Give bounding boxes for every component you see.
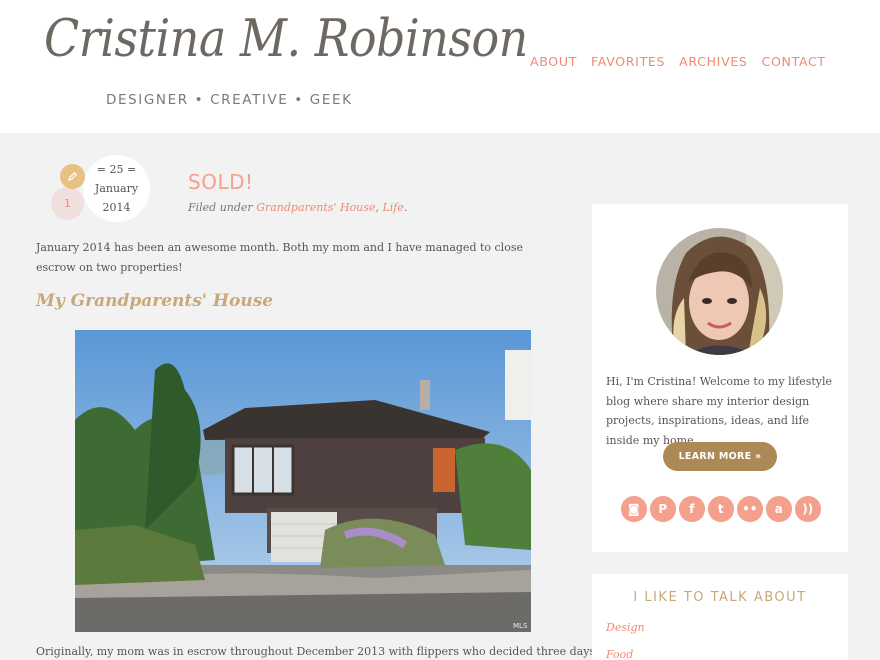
post-subheading: My Grandparents' House: [36, 291, 274, 311]
nav-contact[interactable]: CONTACT: [762, 54, 826, 69]
about-widget: Hi, I'm Cristina! Welcome to my lifestyl…: [592, 204, 848, 552]
post-categories: Filed under Grandparents' House, Life.: [188, 201, 408, 214]
pinterest-icon[interactable]: P: [650, 496, 676, 522]
nav-about[interactable]: ABOUT: [530, 54, 577, 69]
category-link-life[interactable]: Life: [382, 201, 403, 214]
filed-under-label: Filed under: [188, 201, 253, 214]
instagram-icon[interactable]: ◙: [621, 496, 647, 522]
facebook-icon[interactable]: f: [679, 496, 705, 522]
photo-watermark: MLS: [513, 622, 528, 630]
topic-link-food[interactable]: Food: [606, 648, 633, 660]
category-link-grandparents-house[interactable]: Grandparents' House: [256, 201, 375, 214]
site-logo[interactable]: Cristina M. Robinson: [44, 8, 528, 68]
amazon-icon[interactable]: a: [766, 496, 792, 522]
pencil-icon[interactable]: [60, 164, 85, 189]
site-header: Cristina M. Robinson DESIGNER • CREATIVE…: [0, 0, 880, 133]
post-date-year: 2014: [102, 201, 131, 214]
site-tagline: DESIGNER • CREATIVE • GEEK: [106, 92, 353, 108]
flickr-icon[interactable]: ••: [737, 496, 763, 522]
nav-archives[interactable]: ARCHIVES: [679, 54, 747, 69]
post-date-day: = 25 =: [96, 163, 137, 176]
nav-favorites[interactable]: FAVORITES: [591, 54, 665, 69]
topic-link-design[interactable]: Design: [606, 621, 645, 634]
author-avatar: [656, 228, 783, 355]
twitter-icon[interactable]: t: [708, 496, 734, 522]
post-continued: Originally, my mom was in escrow through…: [36, 645, 635, 658]
post-title[interactable]: SOLD!: [188, 170, 254, 194]
post-date-month: January: [94, 182, 139, 195]
comment-count-badge[interactable]: 1: [51, 187, 84, 220]
topics-widget: I LIKE TO TALK ABOUT Design Food: [592, 574, 848, 660]
house-photo[interactable]: MLS: [75, 330, 531, 632]
learn-more-button[interactable]: LEARN MORE »: [663, 442, 777, 471]
social-links: ◙ P f t •• a )): [621, 496, 821, 522]
topics-title: I LIKE TO TALK ABOUT: [633, 590, 807, 605]
post-date: = 25 = January 2014: [83, 155, 150, 222]
main-nav: ABOUT FAVORITES ARCHIVES CONTACT: [530, 54, 826, 69]
rss-icon[interactable]: )): [795, 496, 821, 522]
author-bio: Hi, I'm Cristina! Welcome to my lifestyl…: [606, 375, 832, 447]
comment-count: 1: [64, 197, 71, 210]
post-intro: January 2014 has been an awesome month. …: [36, 241, 523, 274]
